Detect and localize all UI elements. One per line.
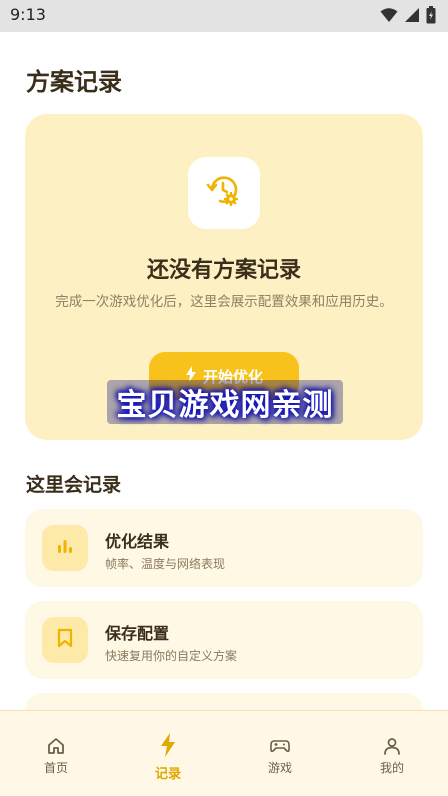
bottom-nav: 首页 记录 游戏 我的 <box>0 710 448 796</box>
feature-title: 保存配置 <box>105 624 170 643</box>
signal-icon <box>404 7 420 23</box>
watermark-overlay: 宝贝游戏网亲测 <box>107 380 343 424</box>
empty-state-title: 还没有方案记录 <box>146 258 301 283</box>
feature-description: 快速复用你的自定义方案 <box>105 649 238 663</box>
lightning-icon <box>160 733 176 757</box>
empty-state-description: 完成一次游戏优化后，这里会展示配置效果和应用历史。 <box>55 294 393 310</box>
nav-item-profile[interactable]: 我的 <box>336 711 448 796</box>
feature-card-optimize-result: 优化结果 帧率、温度与网络表现 <box>25 509 423 587</box>
feature-icon-box <box>42 617 88 663</box>
bookmark-icon <box>56 628 74 652</box>
gamepad-icon <box>270 737 290 755</box>
status-bar: 9:13 <box>0 0 448 32</box>
status-time: 9:13 <box>10 5 46 24</box>
home-icon <box>47 737 65 755</box>
feature-card-save-config: 保存配置 快速复用你的自定义方案 <box>25 601 423 679</box>
feature-title: 优化结果 <box>105 532 170 551</box>
section-title: 这里会记录 <box>26 474 122 496</box>
feature-description: 帧率、温度与网络表现 <box>105 557 226 571</box>
bar-chart-icon <box>55 536 75 560</box>
page-title: 方案记录 <box>26 68 122 96</box>
nav-label-records: 记录 <box>154 767 181 782</box>
wifi-icon <box>380 7 398 23</box>
clock-gear-icon <box>206 173 242 213</box>
nav-item-records[interactable]: 记录 <box>112 711 224 796</box>
nav-item-home[interactable]: 首页 <box>0 711 112 796</box>
nav-label-home: 首页 <box>43 761 68 775</box>
battery-icon <box>426 6 436 24</box>
feature-icon-box <box>42 525 88 571</box>
nav-label-games: 游戏 <box>267 761 292 775</box>
nav-label-profile: 我的 <box>379 761 404 775</box>
nav-item-games[interactable]: 游戏 <box>224 711 336 796</box>
user-icon <box>383 737 401 755</box>
status-icons <box>380 6 436 24</box>
empty-state-icon-box <box>188 157 260 229</box>
